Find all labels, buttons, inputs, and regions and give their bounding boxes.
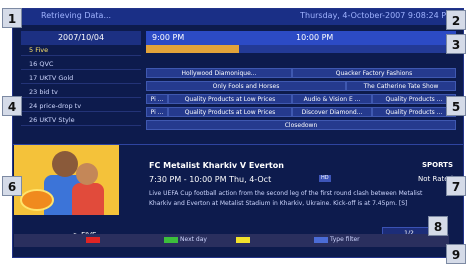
clock-date: Thursday, 4-October-2007 9:08:24 PM (300, 11, 453, 20)
programme-row: Hollywood Diamonique... Quacker Factory … (146, 68, 456, 78)
preview-figure (72, 183, 104, 215)
programme-cell[interactable]: Quality Products at Low Prices (168, 94, 292, 104)
programme-time: 7:30 PM - 10:00 PM Thu, 4-Oct (149, 175, 272, 184)
channel-list: 5 Five 16 QVC 17 UKTV Gold 23 bid tv 24 … (21, 45, 141, 129)
timeline-progress (146, 45, 456, 53)
preview-figure-head (52, 151, 78, 177)
channel-item[interactable]: 23 bid tv (21, 87, 141, 98)
programme-grid: Hollywood Diamonique... Quacker Factory … (146, 55, 456, 133)
red-key-button[interactable] (86, 237, 100, 243)
programme-genre: SPORTS (421, 161, 453, 169)
status-bar: Retrieving Data... Thursday, 4-October-2… (13, 9, 463, 25)
callout-marker: 1 (2, 8, 22, 28)
programme-cell[interactable]: Quality Products at Low Prices (168, 107, 292, 117)
callout-marker: 6 (2, 176, 22, 196)
tv-guide-frame: Retrieving Data... Thursday, 4-October-2… (12, 8, 464, 258)
programme-cell[interactable]: Audio & Vision E ... (292, 94, 372, 104)
channel-logo-icon (20, 189, 54, 211)
programme-cell[interactable]: Quality Products ... (372, 107, 456, 117)
blue-key-button[interactable] (314, 237, 328, 243)
time-slot-label: 9:00 PM (152, 33, 185, 42)
time-bar: 9:00 PM 10:00 PM (146, 31, 456, 45)
guide-date: 2007/10/04 (21, 31, 141, 45)
callout-marker: 5 (446, 96, 466, 116)
callout-marker: 2 (446, 10, 466, 30)
programme-cell[interactable]: Discover Diamond... (292, 107, 372, 117)
callout-marker: 3 (446, 34, 466, 54)
programme-row: Pi ... Quality Products at Low Prices Di… (146, 107, 456, 117)
green-key-button[interactable] (164, 237, 178, 243)
status-message: Retrieving Data... (41, 11, 112, 20)
blue-key-label: Type filter (330, 236, 360, 243)
programme-row: Pi ... Quality Products at Low Prices Au… (146, 94, 456, 104)
preview-figure-head (76, 163, 98, 185)
colour-key-bar: Next day Type filter (14, 234, 449, 247)
channel-item[interactable]: 17 UKTV Gold (21, 73, 141, 84)
time-slot-label: 10:00 PM (296, 33, 334, 42)
programme-cell[interactable]: Quacker Factory Fashions (292, 68, 456, 78)
green-key-label: Next day (180, 236, 207, 243)
programme-cell[interactable]: Hollywood Diamonique... (146, 68, 292, 78)
channel-item[interactable]: 16 QVC (21, 59, 141, 70)
channel-item[interactable]: 5 Five (21, 45, 141, 56)
programme-row: Closedown (146, 120, 456, 130)
programme-cell[interactable]: Closedown (146, 120, 456, 130)
programme-row: Only Fools and Horses The Catherine Tate… (146, 81, 456, 91)
programme-description: Live UEFA Cup football action from the s… (149, 190, 423, 207)
channel-item[interactable]: 24 price-drop tv (21, 101, 141, 112)
programme-cell[interactable]: Pi ... (146, 94, 168, 104)
programme-title: FC Metalist Kharkiv V Everton (149, 161, 284, 170)
programme-row (146, 55, 456, 65)
preview-thumbnail (14, 145, 119, 215)
channel-item[interactable]: 26 UKTV Style (21, 115, 141, 126)
programme-cell[interactable]: Only Fools and Horses (146, 81, 346, 91)
progress-fill (146, 45, 239, 53)
programme-cell[interactable]: The Catherine Tate Show (346, 81, 456, 91)
programme-cell[interactable]: Pi ... (146, 107, 168, 117)
yellow-key-button[interactable] (236, 237, 250, 243)
callout-marker: 7 (446, 176, 466, 196)
programme-cell[interactable]: Quality Products ... (372, 94, 456, 104)
callout-marker: 9 (446, 244, 466, 264)
programme-tag: HD (319, 175, 331, 182)
callout-marker: 4 (2, 96, 22, 116)
callout-marker: 8 (428, 216, 448, 236)
